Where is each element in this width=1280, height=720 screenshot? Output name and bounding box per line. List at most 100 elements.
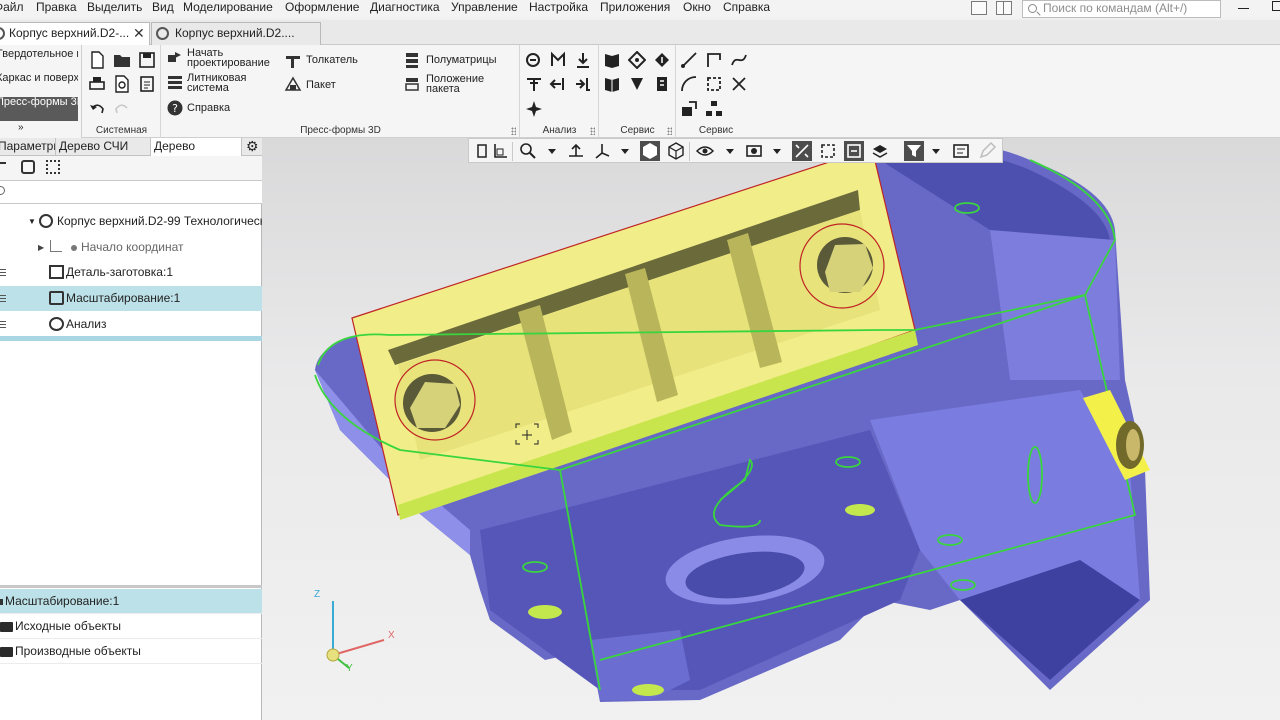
- tree-item-scaling[interactable]: Масштабирование:1: [0, 286, 262, 311]
- tab-document-2[interactable]: Корпус верхний.D2....: [151, 22, 321, 45]
- layout-single-icon[interactable]: [971, 1, 987, 15]
- menu-select[interactable]: Выделить: [87, 0, 142, 18]
- filter-components-icon[interactable]: [21, 160, 35, 174]
- menu-manage[interactable]: Управление: [451, 0, 518, 18]
- components-icon[interactable]: [653, 51, 671, 69]
- menu-modeling[interactable]: Моделирование: [183, 0, 273, 18]
- menu-window[interactable]: Окно: [683, 0, 711, 18]
- insert-icon[interactable]: [628, 75, 646, 93]
- menu-design[interactable]: Оформление: [285, 0, 359, 18]
- measure-icon[interactable]: [525, 51, 543, 69]
- command-search-input[interactable]: Поиск по командам (Alt+/): [1022, 0, 1221, 18]
- snap-icon[interactable]: [792, 141, 812, 161]
- open-folder-icon[interactable]: [113, 51, 131, 69]
- save-icon[interactable]: [138, 51, 156, 69]
- select-frame-icon[interactable]: [46, 160, 60, 174]
- properties-icon[interactable]: [138, 75, 156, 93]
- start-design-button[interactable]: Начать проектирование: [187, 48, 282, 69]
- shaded-view-icon[interactable]: [640, 141, 660, 161]
- minimize-icon[interactable]: [1238, 8, 1249, 9]
- polyline-icon[interactable]: [705, 51, 723, 69]
- tree-item-document[interactable]: ▼ Корпус верхний.D2-99 Технологическ: [0, 209, 262, 234]
- view-orientation-icon[interactable]: [592, 141, 612, 161]
- visibility-icon[interactable]: [695, 141, 715, 161]
- collapse-arrow-icon[interactable]: ▶: [38, 235, 44, 260]
- zoom-icon[interactable]: [518, 141, 538, 161]
- menu-view[interactable]: Вид: [152, 0, 174, 18]
- rotate-icon[interactable]: [566, 141, 586, 161]
- runner-system-button[interactable]: Литниковая система: [187, 73, 267, 94]
- tree-item-analysis[interactable]: Анализ: [0, 312, 262, 337]
- undo-icon[interactable]: [88, 100, 106, 118]
- line-icon[interactable]: [680, 51, 698, 69]
- tab-parameters[interactable]: Параметры: [0, 138, 56, 156]
- section-view-icon[interactable]: [744, 141, 764, 161]
- object-item-source[interactable]: Исходные объекты: [0, 614, 262, 639]
- expand-icon[interactable]: »: [18, 122, 24, 133]
- maximize-icon[interactable]: [1272, 1, 1280, 11]
- object-item-scaling[interactable]: Масштабирование:1: [0, 589, 262, 614]
- collision-icon[interactable]: [525, 100, 543, 118]
- menu-diagnostics[interactable]: Диагностика: [370, 0, 440, 18]
- tab-spec-tree[interactable]: Дерево СЧИ: [56, 138, 151, 156]
- fixed-icon[interactable]: [818, 141, 838, 161]
- package-position-button[interactable]: Положение пакета: [426, 74, 506, 95]
- thickness-icon[interactable]: [525, 75, 543, 93]
- chevron-down-icon[interactable]: [932, 149, 940, 154]
- local-menu-icon[interactable]: [472, 141, 492, 161]
- catalog-icon[interactable]: [603, 75, 621, 93]
- 3d-viewport[interactable]: Z X Y: [262, 138, 1280, 720]
- object-item-derived[interactable]: Производные объекты: [0, 639, 262, 664]
- distance-icon[interactable]: [549, 51, 567, 69]
- chevron-down-icon[interactable]: [726, 149, 734, 154]
- tab-document-1[interactable]: Корпус верхний.D2-... ✕: [0, 22, 150, 45]
- expand-arrow-icon[interactable]: ▼: [28, 209, 36, 234]
- group-options-icon[interactable]: [667, 127, 672, 135]
- menu-help[interactable]: Справка: [723, 0, 770, 18]
- print-icon[interactable]: [88, 75, 106, 93]
- export-icon[interactable]: [680, 100, 698, 118]
- layout-split-icon[interactable]: [996, 1, 1012, 15]
- close-icon[interactable]: ✕: [133, 23, 145, 44]
- half-matrices-button[interactable]: Полуматрицы: [426, 55, 497, 66]
- chevron-down-icon[interactable]: [548, 149, 556, 154]
- help-button[interactable]: Справка: [187, 103, 230, 114]
- pen-icon[interactable]: [977, 141, 997, 161]
- variables-icon[interactable]: [653, 75, 671, 93]
- spline-icon[interactable]: [730, 51, 748, 69]
- hierarchy-icon[interactable]: [705, 100, 723, 118]
- tree-structure-icon[interactable]: [0, 162, 6, 174]
- new-document-icon[interactable]: [88, 51, 106, 69]
- mode-press-forms[interactable]: Пресс-формы 3D: [0, 97, 78, 121]
- contour-icon[interactable]: [705, 75, 723, 93]
- library-icon[interactable]: [628, 51, 646, 69]
- wireframe-view-icon[interactable]: [666, 141, 686, 161]
- intersect-icon[interactable]: [730, 75, 748, 93]
- group-options-icon[interactable]: [590, 127, 595, 135]
- menu-apps[interactable]: Приложения: [600, 0, 670, 18]
- component-icon[interactable]: [844, 141, 864, 161]
- package-button[interactable]: Пакет: [306, 80, 336, 91]
- menu-file[interactable]: Файл: [0, 0, 24, 18]
- section-check-icon[interactable]: [574, 75, 592, 93]
- panel-splitter[interactable]: [0, 585, 262, 588]
- gear-icon[interactable]: ⚙: [246, 139, 259, 154]
- arc-icon[interactable]: [680, 75, 698, 93]
- selection-manager-icon[interactable]: [951, 141, 971, 161]
- menu-settings[interactable]: Настройка: [529, 0, 588, 18]
- tree-item-origin[interactable]: ▶ Начало координат: [0, 235, 262, 260]
- filter-icon[interactable]: [904, 141, 924, 161]
- tree-search-input[interactable]: [0, 180, 262, 204]
- redo-icon[interactable]: [113, 100, 131, 118]
- book-icon[interactable]: [603, 51, 621, 69]
- draft-check-icon[interactable]: [574, 51, 592, 69]
- angle-icon[interactable]: [549, 75, 567, 93]
- mode-solid-modeling[interactable]: Твердотельное моделирование: [0, 49, 78, 71]
- model-view[interactable]: [262, 138, 1280, 720]
- chevron-down-icon[interactable]: [773, 149, 781, 154]
- tree-item-blank-part[interactable]: Деталь-заготовка:1: [0, 260, 262, 285]
- tab-tree[interactable]: Дерево: [151, 138, 242, 156]
- preview-icon[interactable]: [113, 75, 131, 93]
- pusher-button[interactable]: Толкатель: [306, 55, 358, 66]
- layers-icon[interactable]: [870, 141, 890, 161]
